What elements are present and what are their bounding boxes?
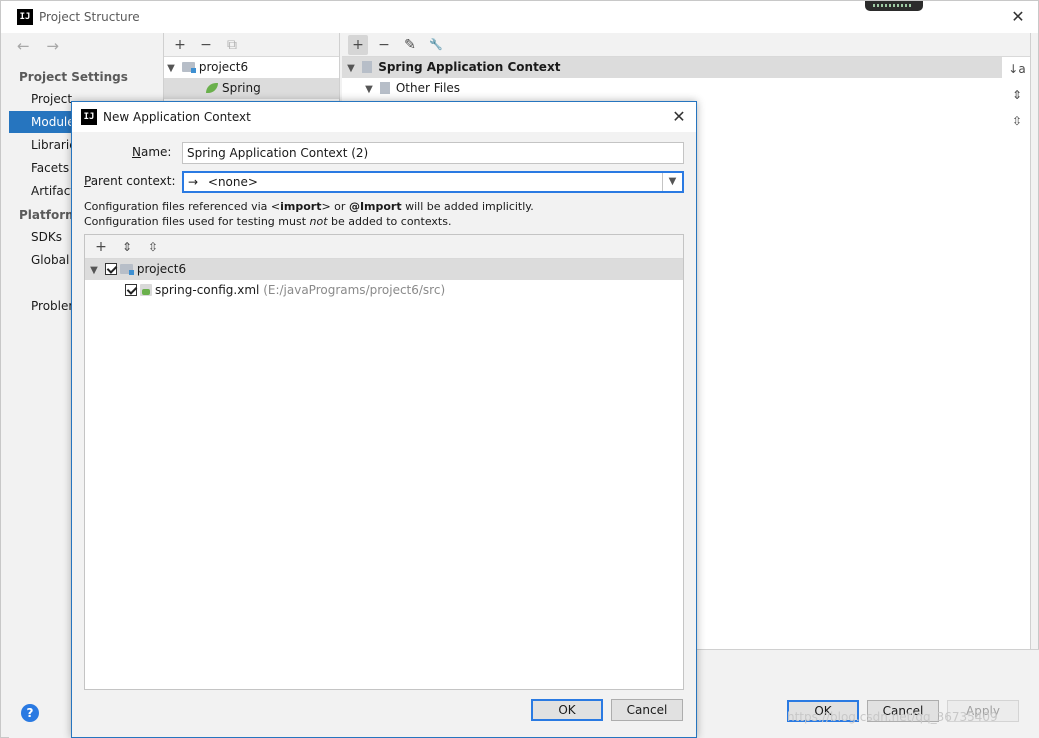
files-row-project6[interactable]: ▼ project6 (85, 259, 683, 280)
chevron-down-icon[interactable]: ▼ (164, 58, 178, 79)
context-row-other-files[interactable]: ▼ Other Files (342, 78, 1030, 99)
info-line-testing: Configuration files used for testing mus… (84, 215, 452, 228)
chevron-down-icon[interactable]: ▼ (344, 58, 358, 79)
window-title: Project Structure (39, 10, 140, 24)
copy-icon[interactable]: ⧉ (222, 35, 242, 55)
forward-arrow-icon[interactable]: → (46, 37, 59, 55)
tree-label-spring: Spring (222, 81, 261, 95)
collapse-all-icon[interactable]: ⇳ (143, 237, 163, 257)
dialog-ok-button[interactable]: OK (531, 699, 603, 721)
info-line-import: Configuration files referenced via <impo… (84, 200, 534, 213)
new-application-context-dialog: IJ New Application Context ✕ Name: Paren… (71, 101, 697, 738)
back-arrow-icon[interactable]: ← (17, 37, 30, 55)
context-side-toolbar: ↓a ⇕ ⇳ (1004, 59, 1030, 137)
name-label: Name: (132, 145, 172, 159)
edit-pencil-icon[interactable]: ✎ (400, 35, 420, 55)
chevron-down-icon[interactable]: ▼ (662, 173, 682, 191)
spring-config-file-name: spring-config.xml (155, 283, 260, 297)
parent-context-select[interactable]: → <none> ▼ (182, 171, 684, 193)
section-platform: Platform (19, 208, 78, 222)
expand-all-icon[interactable]: ⇕ (117, 237, 137, 257)
dialog-titlebar: IJ New Application Context ✕ (72, 102, 696, 132)
context-file-icon (362, 61, 373, 73)
files-toolbar: + ⇕ ⇳ (85, 235, 683, 259)
collapse-all-icon[interactable]: ⇳ (1007, 111, 1027, 131)
context-toolbar: + − ✎ 🔧 (342, 33, 1030, 57)
nav-arrows: ← → (17, 37, 71, 55)
intellij-logo-icon: IJ (17, 9, 33, 25)
spring-xml-icon (140, 284, 152, 296)
other-files-icon (379, 82, 390, 94)
arrow-right-icon: → (188, 175, 199, 189)
context-root-label: Spring Application Context (378, 60, 561, 74)
help-icon[interactable]: ? (21, 704, 39, 722)
spring-leaf-icon (206, 83, 218, 93)
section-project-settings: Project Settings (19, 70, 128, 84)
parent-context-value: <none> (207, 175, 258, 189)
intellij-logo-icon: IJ (81, 109, 97, 125)
name-input[interactable] (182, 142, 684, 164)
sort-alpha-icon[interactable]: ↓a (1007, 59, 1027, 79)
remove-context-icon[interactable]: − (374, 35, 394, 55)
tree-label-project6: project6 (198, 60, 249, 74)
watermark-text: https://blog.csdn.net/qq_36735409 (787, 710, 998, 724)
context-child-label: Other Files (395, 81, 461, 95)
context-row-spring-application-context[interactable]: ▼ Spring Application Context (342, 57, 1002, 78)
tree-toolbar: + − ⧉ (164, 33, 339, 57)
spring-config-checkbox[interactable] (125, 284, 137, 296)
top-indicator (865, 1, 923, 11)
spring-config-file-path: (E:/javaPrograms/project6/src) (263, 283, 446, 297)
parent-context-label: Parent context: (84, 174, 176, 188)
remove-icon[interactable]: − (196, 35, 216, 55)
config-files-tree: + ⇕ ⇳ ▼ project6 spring-config.xml (E:/j… (84, 234, 684, 690)
dialog-close-icon[interactable]: ✕ (670, 107, 688, 126)
tree-row-spring[interactable]: Spring (164, 78, 339, 99)
project6-checkbox[interactable] (104, 263, 117, 275)
module-folder-icon (181, 62, 196, 73)
module-folder-icon (119, 264, 134, 275)
dialog-cancel-button[interactable]: Cancel (611, 699, 683, 721)
add-file-icon[interactable]: + (91, 237, 111, 257)
dialog-title: New Application Context (103, 110, 251, 124)
window-close-icon[interactable]: ✕ (1008, 7, 1028, 26)
tree-row-project6[interactable]: ▼ project6 (164, 57, 339, 78)
chevron-down-icon[interactable]: ▼ (87, 260, 101, 281)
chevron-down-icon[interactable]: ▼ (362, 79, 376, 100)
expand-all-icon[interactable]: ⇕ (1007, 85, 1027, 105)
files-root-label: project6 (136, 262, 187, 276)
files-row-spring-config[interactable]: spring-config.xml (E:/javaPrograms/proje… (85, 280, 683, 301)
wrench-icon[interactable]: 🔧 (426, 35, 446, 55)
add-icon[interactable]: + (170, 35, 190, 55)
add-context-icon[interactable]: + (348, 34, 368, 55)
